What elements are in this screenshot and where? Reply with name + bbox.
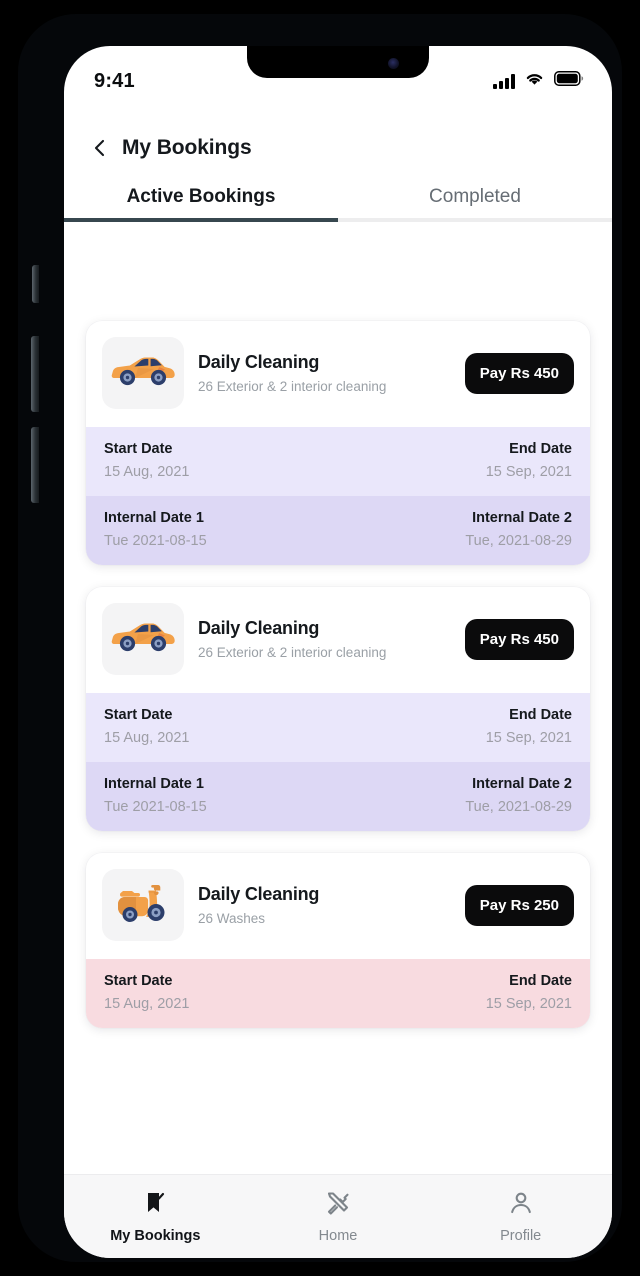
car-icon — [110, 352, 176, 395]
cellular-signal-icon — [493, 73, 515, 89]
service-subtitle: 26 Washes — [198, 911, 266, 926]
tab-completed[interactable]: Completed — [338, 186, 612, 222]
internal-date-1-label: Internal Date 1 — [104, 776, 204, 792]
volume-down-button[interactable] — [31, 427, 39, 503]
internal-date-1-col: Internal Date 1 Tue 2021-08-15 — [104, 776, 207, 815]
tab-underline-active — [64, 218, 338, 222]
booking-card-header: Daily Cleaning 26 Exterior & 2 interior … — [86, 587, 590, 693]
internal-date-1-col: Internal Date 1 Tue 2021-08-15 — [104, 510, 207, 549]
date-row-primary: Start Date 15 Aug, 2021 End Date 15 Sep,… — [86, 427, 590, 496]
nav-item-my-bookings[interactable]: My Bookings — [64, 1190, 247, 1244]
start-date-value: 15 Aug, 2021 — [104, 730, 190, 746]
service-title: Daily Cleaning — [198, 884, 320, 904]
pay-button[interactable]: Pay Rs 250 — [464, 884, 574, 926]
date-row-secondary: Internal Date 1 Tue 2021-08-15 Internal … — [86, 496, 590, 565]
end-date-col: End Date 15 Sep, 2021 — [486, 441, 572, 480]
internal-date-1-value: Tue 2021-08-15 — [104, 533, 207, 549]
booking-card-header: Daily Cleaning 26 Exterior & 2 interior … — [86, 321, 590, 427]
service-subtitle: 26 Exterior & 2 interior cleaning — [198, 645, 387, 660]
phone-screen: 9:41 My Bookings Active Bookings Complet… — [64, 46, 612, 1258]
phone-frame: 9:41 My Bookings Active Bookings Complet… — [18, 14, 622, 1262]
internal-date-2-col: Internal Date 2 Tue, 2021-08-29 — [465, 776, 572, 815]
booking-card-header: Daily Cleaning 26 Washes Pay Rs 250 — [86, 853, 590, 959]
pay-button[interactable]: Pay Rs 450 — [464, 352, 574, 394]
service-subtitle: 26 Exterior & 2 interior cleaning — [198, 379, 387, 394]
end-date-label: End Date — [509, 973, 572, 989]
nav-label-profile: Profile — [500, 1227, 542, 1244]
vehicle-thumbnail — [102, 603, 184, 675]
start-date-col: Start Date 15 Aug, 2021 — [104, 441, 189, 480]
battery-full-icon — [554, 71, 584, 91]
end-date-label: End Date — [509, 707, 572, 723]
internal-date-2-label: Internal Date 2 — [472, 510, 572, 526]
date-row-secondary: Internal Date 1 Tue 2021-08-15 Internal … — [86, 762, 590, 831]
front-camera-icon — [388, 58, 399, 69]
start-date-value: 15 Aug, 2021 — [104, 464, 190, 480]
nav-label-my-bookings: My Bookings — [110, 1227, 201, 1244]
service-title: Daily Cleaning — [198, 618, 320, 638]
pay-button[interactable]: Pay Rs 450 — [464, 618, 574, 660]
end-date-value: 15 Sep, 2021 — [485, 996, 572, 1012]
booking-card[interactable]: Daily Cleaning 26 Washes Pay Rs 250 Star… — [86, 853, 590, 1028]
date-row-danger: Start Date 15 Aug, 2021 End Date 15 Sep,… — [86, 959, 590, 1028]
tab-active-bookings[interactable]: Active Bookings — [64, 186, 338, 222]
status-time: 9:41 — [94, 69, 135, 92]
start-date-label: Start Date — [104, 441, 173, 457]
booking-info: Daily Cleaning 26 Exterior & 2 interior … — [198, 352, 451, 394]
end-date-col: End Date 15 Sep, 2021 — [486, 973, 572, 1012]
date-row-primary: Start Date 15 Aug, 2021 End Date 15 Sep,… — [86, 693, 590, 762]
nav-item-profile[interactable]: Profile — [429, 1190, 612, 1244]
person-icon — [508, 1190, 534, 1221]
silent-switch[interactable] — [32, 265, 39, 303]
end-date-label: End Date — [509, 441, 572, 457]
bottom-navigation: My Bookings Home Profile — [64, 1174, 612, 1258]
start-date-col: Start Date 15 Aug, 2021 — [104, 707, 189, 746]
internal-date-2-value: Tue, 2021-08-29 — [465, 533, 572, 549]
end-date-value: 15 Sep, 2021 — [485, 464, 572, 480]
notch — [247, 46, 429, 78]
booking-card[interactable]: Daily Cleaning 26 Exterior & 2 interior … — [86, 587, 590, 831]
tab-bar: Active Bookings Completed — [64, 186, 612, 222]
start-date-value: 15 Aug, 2021 — [104, 996, 190, 1012]
tools-icon — [325, 1190, 351, 1221]
internal-date-1-value: Tue 2021-08-15 — [104, 799, 207, 815]
booking-info: Daily Cleaning 26 Exterior & 2 interior … — [198, 618, 451, 660]
bookmark-check-icon — [142, 1190, 168, 1221]
status-icons — [493, 71, 584, 92]
car-icon — [110, 618, 176, 661]
start-date-col: Start Date 15 Aug, 2021 — [104, 973, 189, 1012]
start-date-label: Start Date — [104, 973, 173, 989]
app-header: My Bookings — [64, 102, 612, 160]
internal-date-2-label: Internal Date 2 — [472, 776, 572, 792]
internal-date-2-value: Tue, 2021-08-29 — [465, 799, 572, 815]
internal-date-1-label: Internal Date 1 — [104, 510, 204, 526]
back-chevron-icon[interactable] — [90, 138, 110, 158]
booking-list[interactable]: Daily Cleaning 26 Exterior & 2 interior … — [64, 299, 612, 1174]
scooter-icon — [112, 879, 174, 932]
vehicle-thumbnail — [102, 869, 184, 941]
vehicle-thumbnail — [102, 337, 184, 409]
start-date-label: Start Date — [104, 707, 173, 723]
booking-card[interactable]: Daily Cleaning 26 Exterior & 2 interior … — [86, 321, 590, 565]
internal-date-2-col: Internal Date 2 Tue, 2021-08-29 — [465, 510, 572, 549]
nav-label-home: Home — [318, 1227, 358, 1244]
volume-up-button[interactable] — [31, 336, 39, 412]
end-date-col: End Date 15 Sep, 2021 — [486, 707, 572, 746]
wifi-icon — [524, 71, 545, 92]
booking-info: Daily Cleaning 26 Washes — [198, 884, 451, 926]
nav-item-home[interactable]: Home — [247, 1190, 430, 1244]
page-title: My Bookings — [122, 136, 252, 159]
end-date-value: 15 Sep, 2021 — [485, 730, 572, 746]
service-title: Daily Cleaning — [198, 352, 320, 372]
